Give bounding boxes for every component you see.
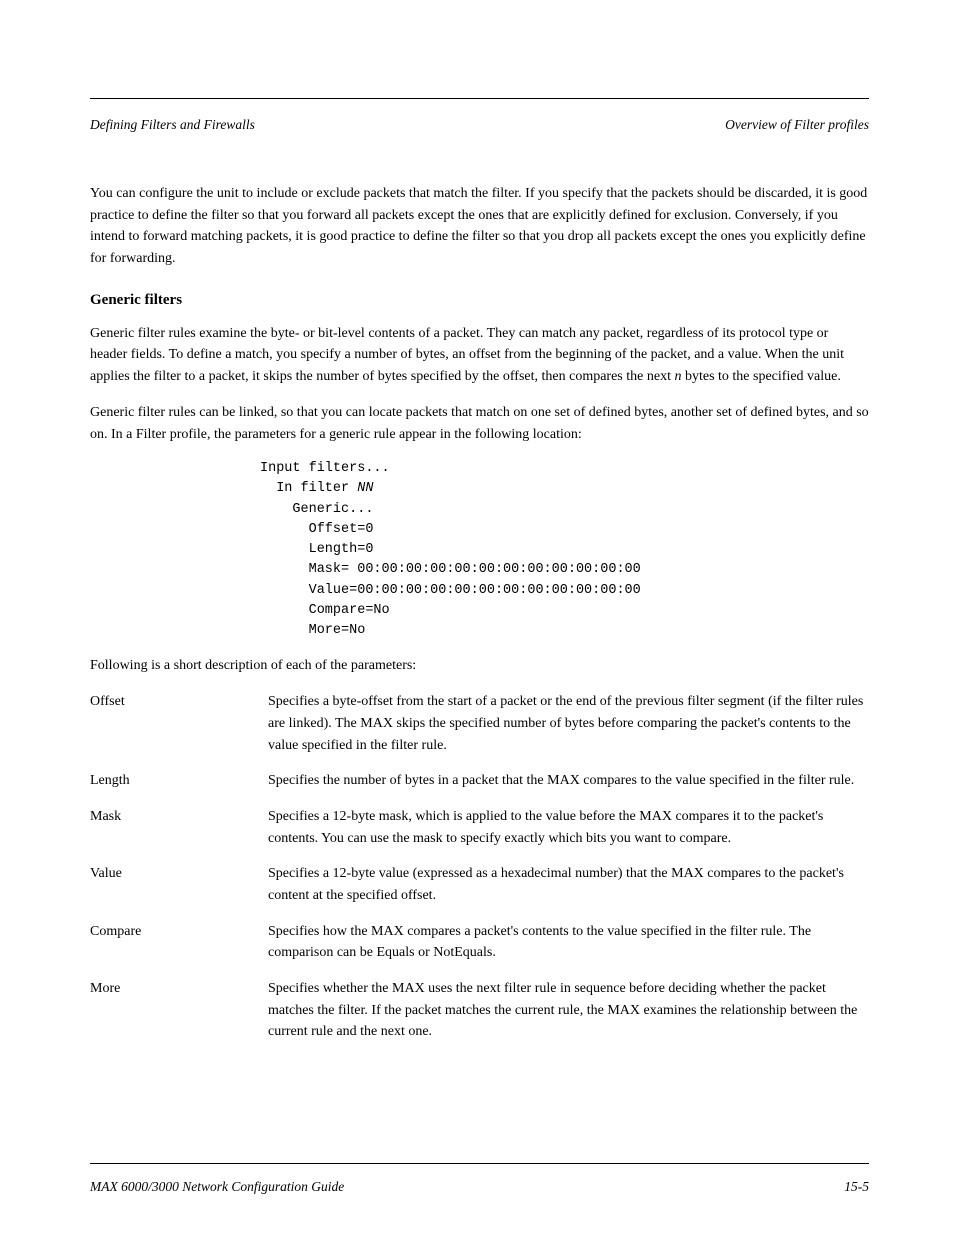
code-line: In filter (260, 481, 357, 496)
paragraph-desc-intro: Following is a short description of each… (90, 655, 869, 677)
page-footer: MAX 6000/3000 Network Configuration Guid… (90, 1163, 869, 1195)
footer-page-number: 15-5 (844, 1179, 869, 1195)
para2-suffix: bytes to the specified value. (681, 369, 840, 384)
parameter-description-list: Offset Specifies a byte-offset from the … (90, 691, 869, 1043)
desc-row-offset: Offset Specifies a byte-offset from the … (90, 691, 869, 756)
desc-def: Specifies a 12-byte mask, which is appli… (268, 806, 869, 849)
header-rule (90, 98, 869, 99)
code-line: Length=0 (260, 542, 373, 557)
code-line: More=No (260, 623, 365, 638)
desc-def: Specifies how the MAX compares a packet'… (268, 921, 869, 964)
page-header: Defining Filters and Firewalls Overview … (90, 117, 869, 133)
section-heading-generic-filters: Generic filters (90, 292, 869, 309)
desc-row-value: Value Specifies a 12-byte value (express… (90, 863, 869, 906)
header-right: Overview of Filter profiles (725, 117, 869, 133)
desc-term: Compare (90, 921, 268, 964)
code-line: Mask= 00:00:00:00:00:00:00:00:00:00:00:0… (260, 562, 641, 577)
desc-row-more: More Specifies whether the MAX uses the … (90, 978, 869, 1043)
code-variable-nn: NN (357, 481, 373, 496)
code-line: Offset=0 (260, 522, 373, 537)
paragraph-intro: You can configure the unit to include or… (90, 183, 869, 270)
footer-left: MAX 6000/3000 Network Configuration Guid… (90, 1179, 344, 1195)
desc-def: Specifies a 12-byte value (expressed as … (268, 863, 869, 906)
code-line: Input filters... (260, 461, 390, 476)
desc-term: Offset (90, 691, 268, 756)
code-line: Value=00:00:00:00:00:00:00:00:00:00:00:0… (260, 583, 641, 598)
code-block-filter-params: Input filters... In filter NN Generic...… (260, 459, 869, 641)
desc-term: Mask (90, 806, 268, 849)
paragraph-generic-1: Generic filter rules examine the byte- o… (90, 323, 869, 388)
paragraph-generic-2: Generic filter rules can be linked, so t… (90, 402, 869, 445)
desc-row-mask: Mask Specifies a 12-byte mask, which is … (90, 806, 869, 849)
desc-row-compare: Compare Specifies how the MAX compares a… (90, 921, 869, 964)
desc-term: Value (90, 863, 268, 906)
desc-def: Specifies whether the MAX uses the next … (268, 978, 869, 1043)
desc-row-length: Length Specifies the number of bytes in … (90, 770, 869, 792)
footer-rule (90, 1163, 869, 1164)
desc-def: Specifies a byte-offset from the start o… (268, 691, 869, 756)
desc-term: Length (90, 770, 268, 792)
header-left: Defining Filters and Firewalls (90, 117, 255, 133)
code-line: Generic... (260, 502, 373, 517)
code-line: Compare=No (260, 603, 390, 618)
desc-term: More (90, 978, 268, 1043)
desc-def: Specifies the number of bytes in a packe… (268, 770, 869, 792)
